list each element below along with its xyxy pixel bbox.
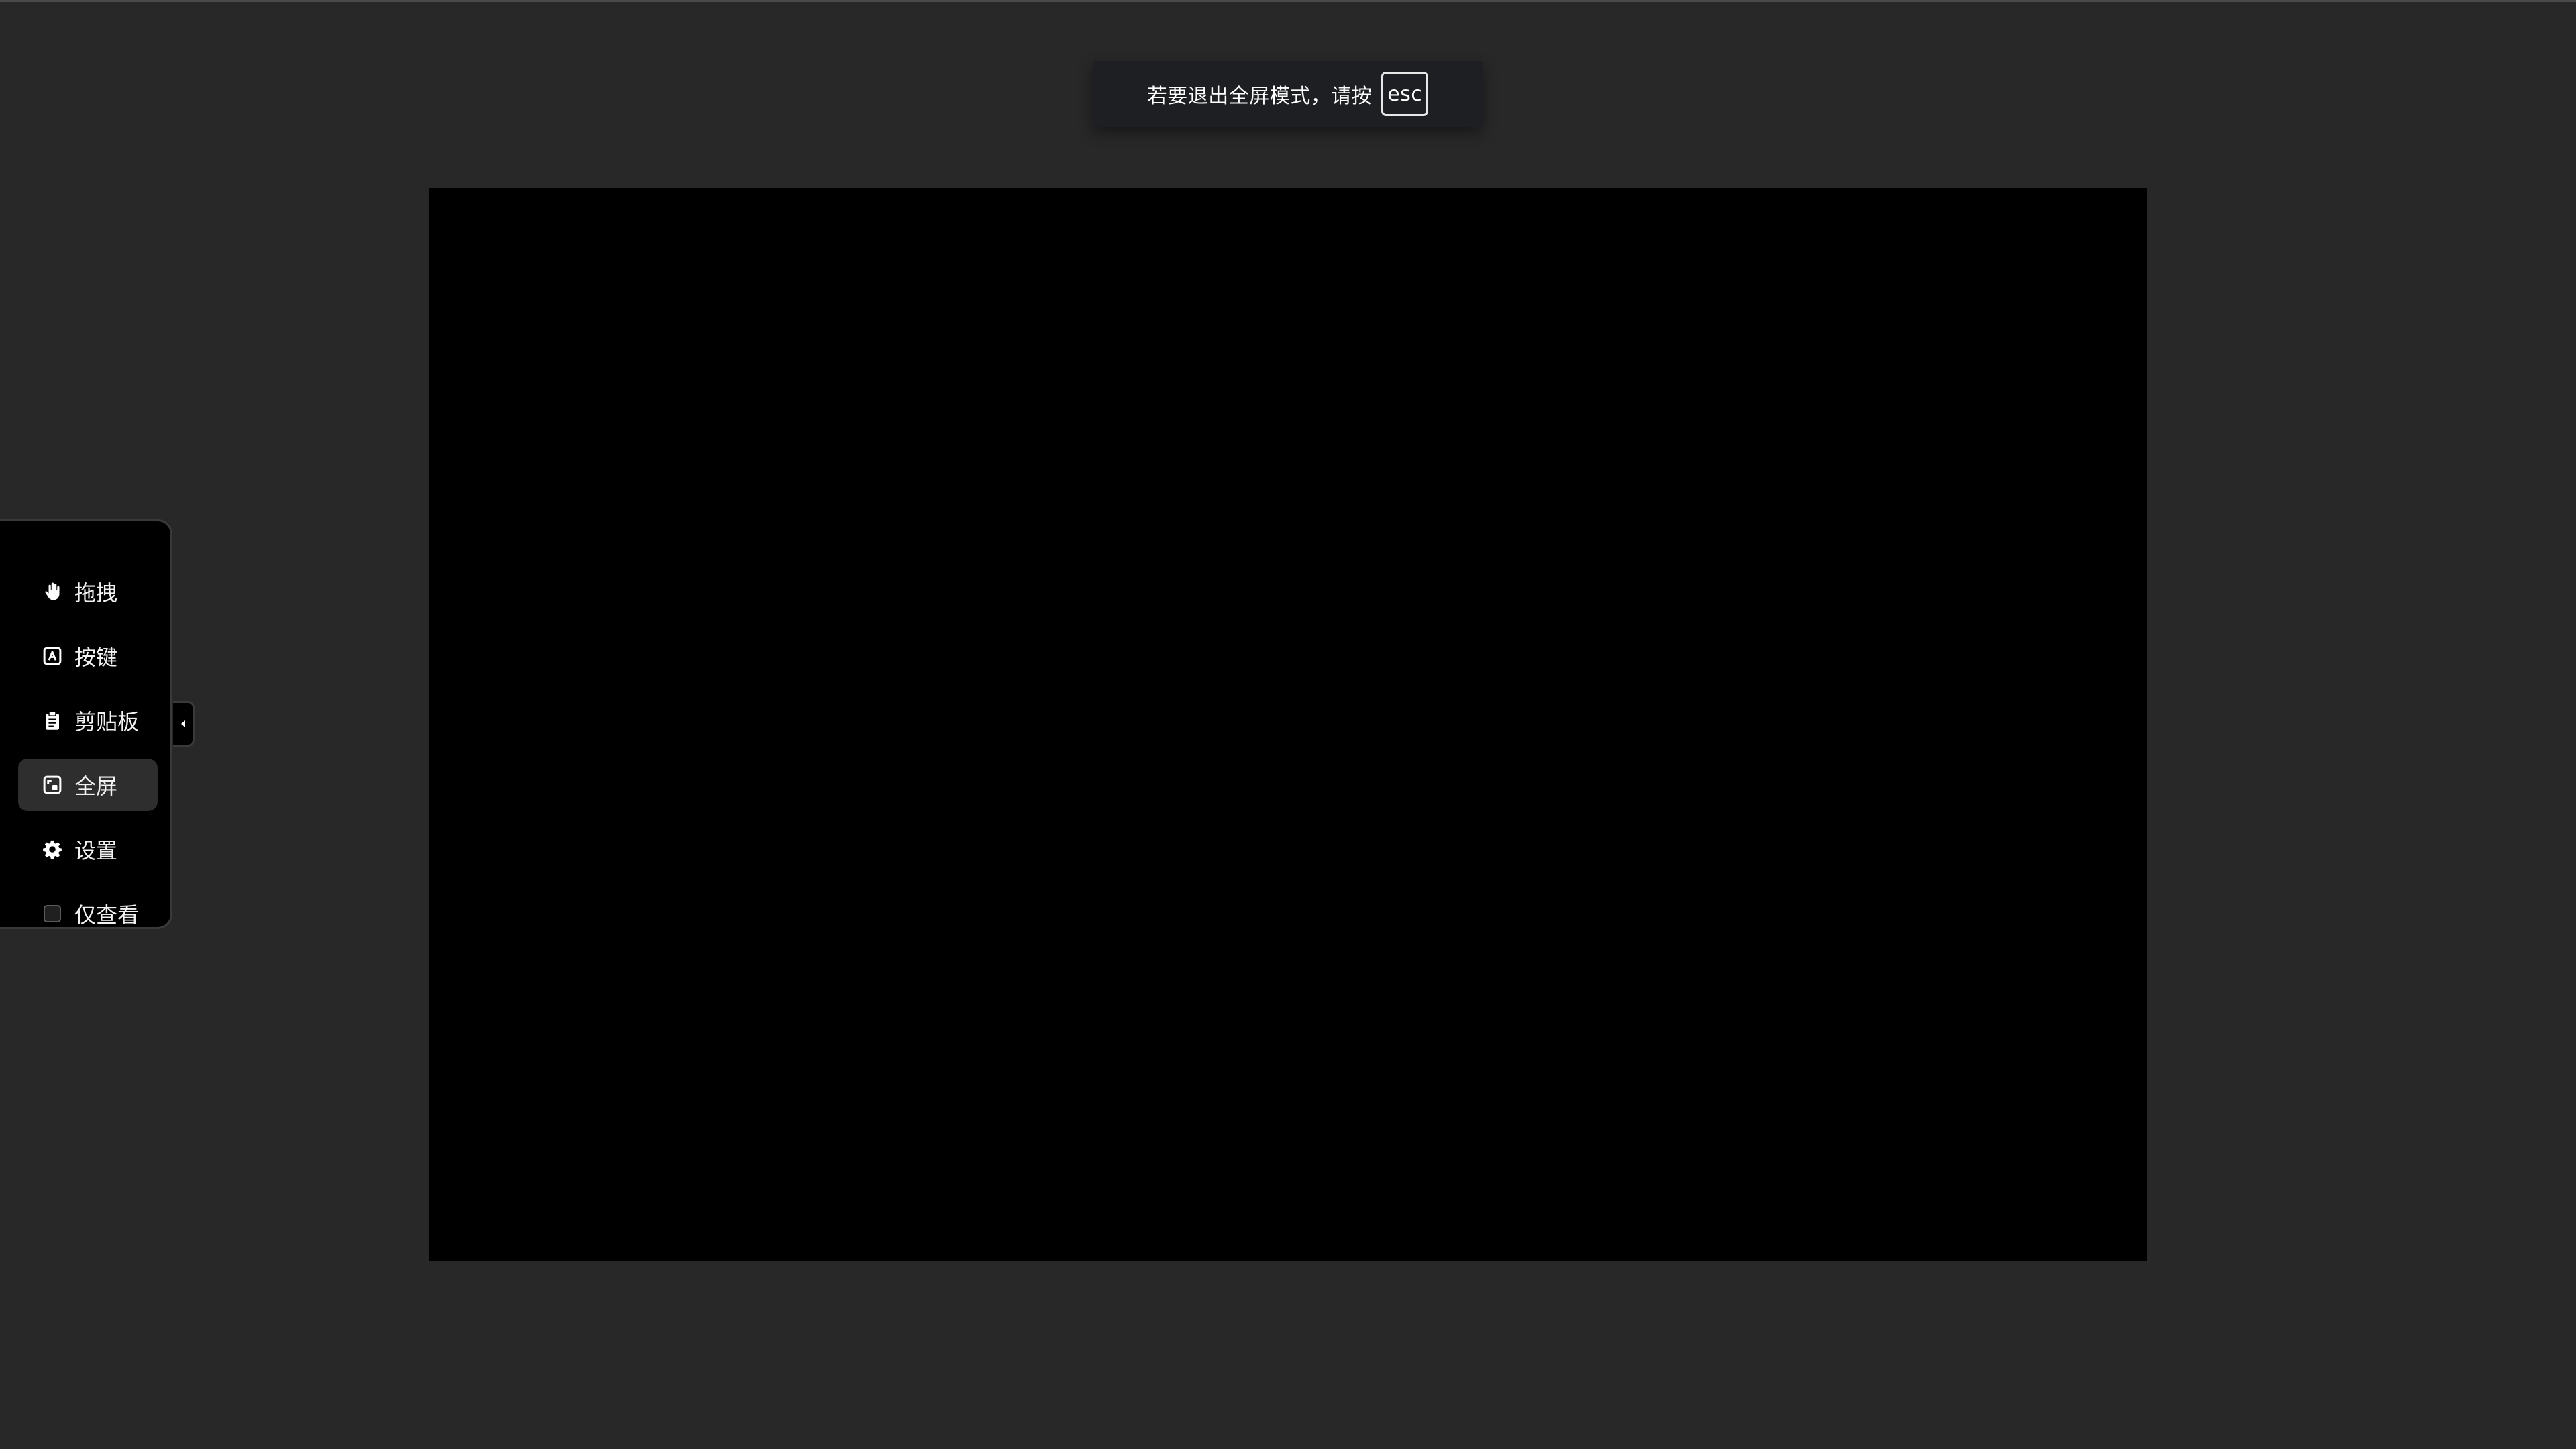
toolbar-item-label: 按键 (74, 645, 118, 670)
chevron-left-icon (179, 718, 187, 729)
gear-icon (42, 839, 62, 859)
toolbar-item-label: 拖拽 (74, 580, 118, 606)
view-only-checkbox[interactable] (44, 905, 61, 922)
fullscreen-exit-hint: 若要退出全屏模式，请按 esc (1093, 61, 1483, 127)
esc-key-badge: esc (1381, 72, 1429, 116)
toolbar-item-view-only[interactable]: 仅查看 (18, 888, 158, 940)
keyboard-key-icon (42, 646, 62, 666)
fullscreen-icon (42, 775, 62, 795)
toolbar-item-clipboard[interactable]: 剪贴板 (18, 694, 158, 747)
toolbar-collapse-button[interactable] (173, 701, 195, 747)
window-top-border (0, 0, 2576, 2)
fullscreen-exit-message: 若要退出全屏模式，请按 (1146, 85, 1373, 108)
hand-icon (42, 582, 62, 602)
toolbar-item-label: 剪贴板 (74, 709, 140, 735)
clipboard-icon (42, 710, 62, 731)
side-toolbar: 拖拽 按键 剪贴板 全屏 设置 仅查看 (0, 519, 172, 929)
toolbar-item-keys[interactable]: 按键 (18, 630, 158, 682)
remote-screen-view[interactable] (429, 188, 2147, 1261)
toolbar-item-label: 设置 (74, 838, 118, 863)
toolbar-item-fullscreen[interactable]: 全屏 (18, 759, 158, 811)
toolbar-item-drag[interactable]: 拖拽 (18, 566, 158, 618)
checkbox-icon[interactable] (42, 904, 62, 924)
toolbar-item-label: 仅查看 (74, 902, 140, 928)
toolbar-item-label: 全屏 (74, 773, 118, 799)
toolbar-item-settings[interactable]: 设置 (18, 823, 158, 875)
